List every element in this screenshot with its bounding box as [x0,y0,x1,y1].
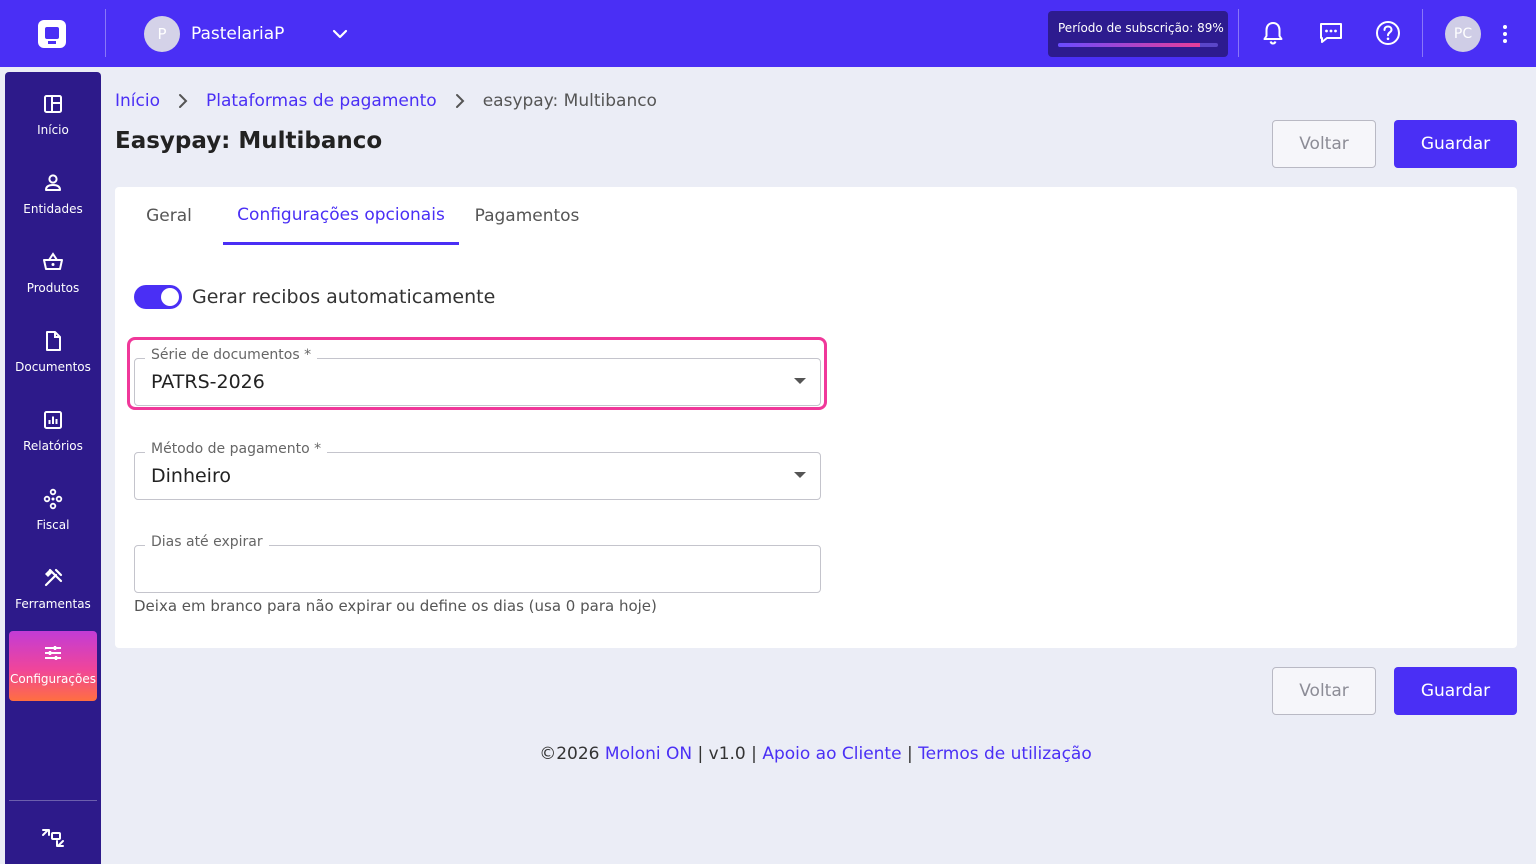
sidebar-divider [9,800,97,801]
sidebar-item-entidades[interactable]: Entidades [9,161,97,231]
tab-geral[interactable]: Geral [136,187,202,245]
sidebar-item-label: Início [37,123,69,137]
subscription-progress-fill [1058,43,1201,47]
field-label: Série de documentos * [145,347,318,363]
back-button[interactable]: Voltar [1272,120,1376,168]
settings-card: Geral Configurações opcionais Pagamentos… [115,187,1517,648]
back-button-bottom[interactable]: Voltar [1272,667,1376,715]
sidebar-item-fiscal[interactable]: Fiscal [9,477,97,547]
expire-days-field[interactable]: Dias até expirar [134,534,821,593]
sidebar-item-label: Entidades [23,202,83,216]
document-series-select[interactable]: Série de documentos * PATRS-2026 [134,347,821,406]
page-title: Easypay: Multibanco [115,128,383,154]
basket-icon [43,252,63,270]
dropdown-caret-icon [794,472,806,478]
sidebar-item-produtos[interactable]: Produtos [9,240,97,310]
sidebar-item-label: Produtos [26,281,80,295]
help-icon[interactable] [1374,19,1402,47]
field-value: PATRS-2026 [151,371,265,393]
subscription-period[interactable]: Período de subscrição: 89% [1048,11,1228,57]
expire-days-hint: Deixa em branco para não expirar ou defi… [134,597,657,615]
field-value: Dinheiro [151,465,231,487]
chevron-right-icon [455,94,465,108]
more-vertical-icon[interactable] [1496,20,1514,48]
save-button-bottom[interactable]: Guardar [1394,667,1517,715]
subscription-label: Período de subscrição: 89% [1058,21,1224,35]
footer: ©2026 Moloni ON | v1.0 | Apoio ao Client… [0,744,1536,764]
breadcrumb-current: easypay: Multibanco [482,91,657,111]
breadcrumb: Início Plataformas de pagamento easypay:… [115,89,657,113]
toggle-knob [161,288,179,306]
user-icon [45,174,61,191]
topbar-divider [1238,9,1239,57]
save-button[interactable]: Guardar [1394,120,1517,168]
auto-receipts-label: Gerar recibos automaticamente [192,286,496,308]
payment-method-select[interactable]: Método de pagamento * Dinheiro [134,441,821,500]
footer-copyright: ©2026 [539,744,600,764]
user-avatar[interactable]: PC [1445,16,1481,52]
dashboard-icon [44,95,62,113]
sidebar-item-ferramentas[interactable]: Ferramentas [9,556,97,626]
footer-brand-link[interactable]: Moloni ON [605,744,692,764]
chat-icon[interactable] [1317,19,1345,47]
top-bar: P PastelariaP Período de subscrição: 89%… [0,0,1536,67]
topbar-divider [105,9,106,57]
auto-receipts-toggle[interactable] [134,285,182,309]
footer-support-link[interactable]: Apoio ao Cliente [762,744,901,764]
sidebar-item-label: Relatórios [23,439,83,453]
tab-configuracoes-opcionais[interactable]: Configurações opcionais [223,187,459,245]
company-avatar: P [144,16,180,52]
footer-version: v1.0 [708,744,746,764]
switch-icon[interactable] [39,824,67,852]
footer-separator: | [697,744,704,764]
tools-icon [44,568,63,587]
document-icon [46,331,61,351]
topbar-divider [1422,9,1423,57]
breadcrumb-plataformas[interactable]: Plataformas de pagamento [206,91,437,111]
fiscal-icon [43,488,63,510]
chevron-down-icon[interactable] [330,24,350,44]
sidebar-item-label: Ferramentas [15,597,91,611]
tab-pagamentos[interactable]: Pagamentos [471,187,583,245]
sliders-icon [45,646,61,660]
footer-terms-link[interactable]: Termos de utilização [918,744,1092,764]
footer-separator: | [751,744,757,764]
field-label: Método de pagamento * [145,441,328,457]
sidebar-item-documentos[interactable]: Documentos [9,319,97,389]
sidebar-item-relatorios[interactable]: Relatórios [9,398,97,468]
field-label: Dias até expirar [145,534,269,550]
footer-separator: | [906,744,913,764]
sidebar-item-label: Configurações [10,672,96,686]
sidebar-item-configuracoes[interactable]: Configurações [9,631,97,701]
moloni-logo-icon[interactable] [35,17,69,51]
expire-days-input[interactable] [135,546,820,592]
bell-icon[interactable] [1259,19,1287,47]
sidebar-item-label: Documentos [15,360,91,374]
company-name: PastelariaP [191,24,285,44]
sidebar-item-label: Fiscal [36,518,70,532]
breadcrumb-inicio[interactable]: Início [115,91,160,111]
subscription-progress-bar [1058,43,1218,47]
sidebar-item-inicio[interactable]: Início [9,82,97,152]
dropdown-caret-icon [794,378,806,384]
chart-icon [44,411,62,429]
company-selector[interactable]: P PastelariaP [144,16,284,52]
chevron-right-icon [178,94,188,108]
